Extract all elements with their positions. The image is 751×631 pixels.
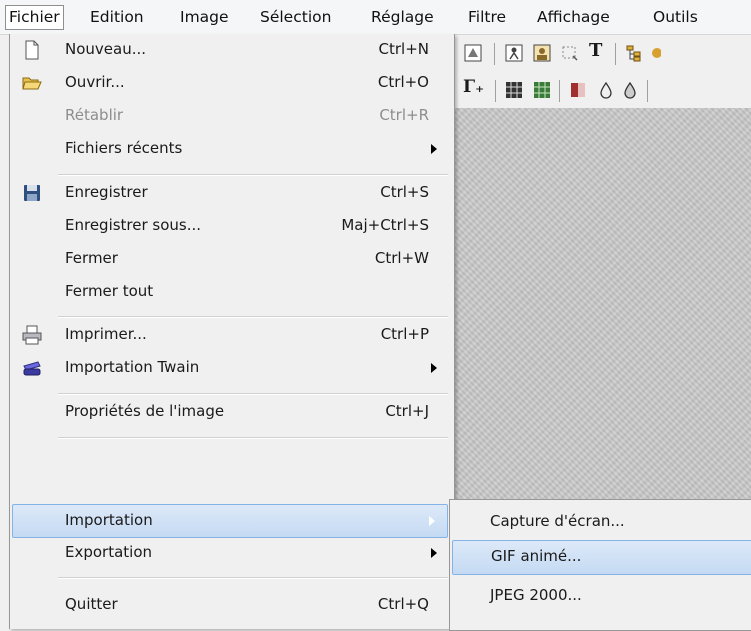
menu-item-label: Enregistrer (65, 183, 148, 201)
save-icon (24, 185, 40, 201)
submenu-item-capture-ecran[interactable]: Capture d'écran... (452, 506, 751, 539)
toolbar-top: T (453, 35, 751, 71)
menu-affichage[interactable]: Affichage (537, 6, 610, 28)
menu-item-shortcut: Ctrl+O (377, 73, 429, 91)
toolbar-separator (494, 43, 495, 65)
submenu-item-label: GIF animé... (491, 547, 582, 565)
menu-item-shortcut: Ctrl+Q (377, 595, 429, 613)
submenu-item-jpeg-2000[interactable]: JPEG 2000... (452, 580, 751, 613)
menu-item-label: Importation (65, 511, 153, 529)
submenu-arrow-icon (429, 516, 435, 526)
submenu-arrow-icon (431, 548, 437, 558)
menu-item-enregistrer-sous[interactable]: Enregistrer sous... Maj+Ctrl+S (13, 210, 449, 243)
menu-separator (58, 437, 448, 439)
drop-icon[interactable] (597, 81, 615, 99)
submenu-item-gif-anime[interactable]: GIF animé... (452, 540, 751, 575)
menu-item-enregistrer[interactable]: Enregistrer Ctrl+S (13, 177, 449, 210)
menu-item-quitter[interactable]: Quitter Ctrl+Q (13, 589, 449, 622)
menu-item-label: Quitter (65, 595, 118, 613)
drop-fill-icon[interactable] (621, 81, 639, 99)
fichier-dropdown-menu: Nouveau... Ctrl+N Ouvrir... Ctrl+O Rétab… (9, 34, 455, 629)
menu-separator (58, 316, 448, 318)
menu-filtre[interactable]: Filtre (468, 6, 506, 28)
scanner-icon (23, 361, 41, 376)
menu-item-importation[interactable]: Importation (12, 504, 448, 538)
grid-icon[interactable] (505, 81, 523, 99)
gamma-icon[interactable]: Γ₊ (463, 77, 489, 97)
menu-item-label: Imprimer... (65, 325, 147, 343)
adjust-icon[interactable] (464, 44, 482, 62)
menu-bar: Fichier Edition Image Sélection Réglage … (0, 0, 751, 35)
menu-fichier[interactable]: Fichier (5, 5, 64, 30)
menu-item-label: Rétablir (65, 106, 124, 124)
new-file-icon (25, 40, 39, 60)
importation-submenu: Capture d'écran... GIF animé... JPEG 200… (449, 499, 751, 631)
menu-outils[interactable]: Outils (653, 6, 698, 28)
submenu-item-label: Capture d'écran... (490, 512, 625, 530)
menu-item-retablir: Rétablir Ctrl+R (13, 100, 449, 133)
menu-item-label: Propriétés de l'image (65, 402, 225, 420)
toolbar-separator (615, 43, 616, 65)
menu-item-exportation[interactable]: Exportation (13, 537, 449, 570)
menu-image[interactable]: Image (180, 6, 229, 28)
submenu-arrow-icon (431, 144, 437, 154)
toolbar-second: Γ₊ (453, 72, 751, 108)
submenu-arrow-icon (431, 363, 437, 373)
menu-item-shortcut: Maj+Ctrl+S (341, 216, 429, 234)
menu-item-importation-twain[interactable]: Importation Twain (13, 352, 449, 385)
menu-item-proprietes-image[interactable]: Propriétés de l'image Ctrl+J (13, 396, 449, 429)
menu-item-label: Enregistrer sous... (65, 216, 202, 234)
figure-icon[interactable] (505, 44, 523, 62)
contrast-icon[interactable] (569, 81, 587, 99)
toolbar-separator (559, 80, 560, 102)
menu-edition[interactable]: Edition (90, 6, 144, 28)
menu-item-label: Fermer tout (65, 282, 154, 300)
open-folder-icon (22, 77, 42, 90)
menu-item-label: Exportation (65, 543, 153, 561)
menu-item-label: Nouveau... (65, 40, 147, 58)
toolbar-separator (495, 80, 496, 102)
effect-icon[interactable] (651, 44, 661, 62)
menu-item-fermer-tout[interactable]: Fermer tout (13, 276, 449, 309)
menu-item-label: Importation Twain (65, 358, 200, 376)
menu-item-fermer[interactable]: Fermer Ctrl+W (13, 243, 449, 276)
portrait-icon[interactable] (533, 44, 551, 62)
menu-item-shortcut: Ctrl+W (374, 249, 429, 267)
printer-icon (22, 325, 42, 345)
menu-item-label: Fichiers récents (65, 139, 183, 157)
menu-item-shortcut: Ctrl+S (380, 183, 429, 201)
menu-item-nouveau[interactable]: Nouveau... Ctrl+N (13, 34, 449, 67)
menu-item-fichiers-recents[interactable]: Fichiers récents (13, 133, 449, 166)
menu-separator (58, 393, 448, 395)
menu-item-label: Fermer (65, 249, 118, 267)
menu-item-shortcut: Ctrl+P (380, 325, 429, 343)
menu-separator (58, 577, 448, 579)
menu-reglage[interactable]: Réglage (371, 6, 434, 28)
menu-separator (58, 174, 448, 176)
menu-item-ouvrir[interactable]: Ouvrir... Ctrl+O (13, 67, 449, 100)
menu-item-shortcut: Ctrl+N (378, 40, 429, 58)
tree-icon[interactable] (625, 44, 643, 62)
submenu-item-label: JPEG 2000... (490, 586, 582, 604)
menu-item-label: Ouvrir... (65, 73, 125, 91)
text-tool-icon[interactable]: T (589, 40, 607, 61)
menu-item-shortcut: Ctrl+J (385, 402, 429, 420)
selection-rect-icon[interactable] (561, 44, 579, 62)
menu-item-shortcut: Ctrl+R (379, 106, 429, 124)
toolbar-separator (647, 80, 648, 102)
menu-selection[interactable]: Sélection (260, 6, 331, 28)
menu-item-imprimer[interactable]: Imprimer... Ctrl+P (13, 319, 449, 352)
color-grid-icon[interactable] (533, 81, 551, 99)
